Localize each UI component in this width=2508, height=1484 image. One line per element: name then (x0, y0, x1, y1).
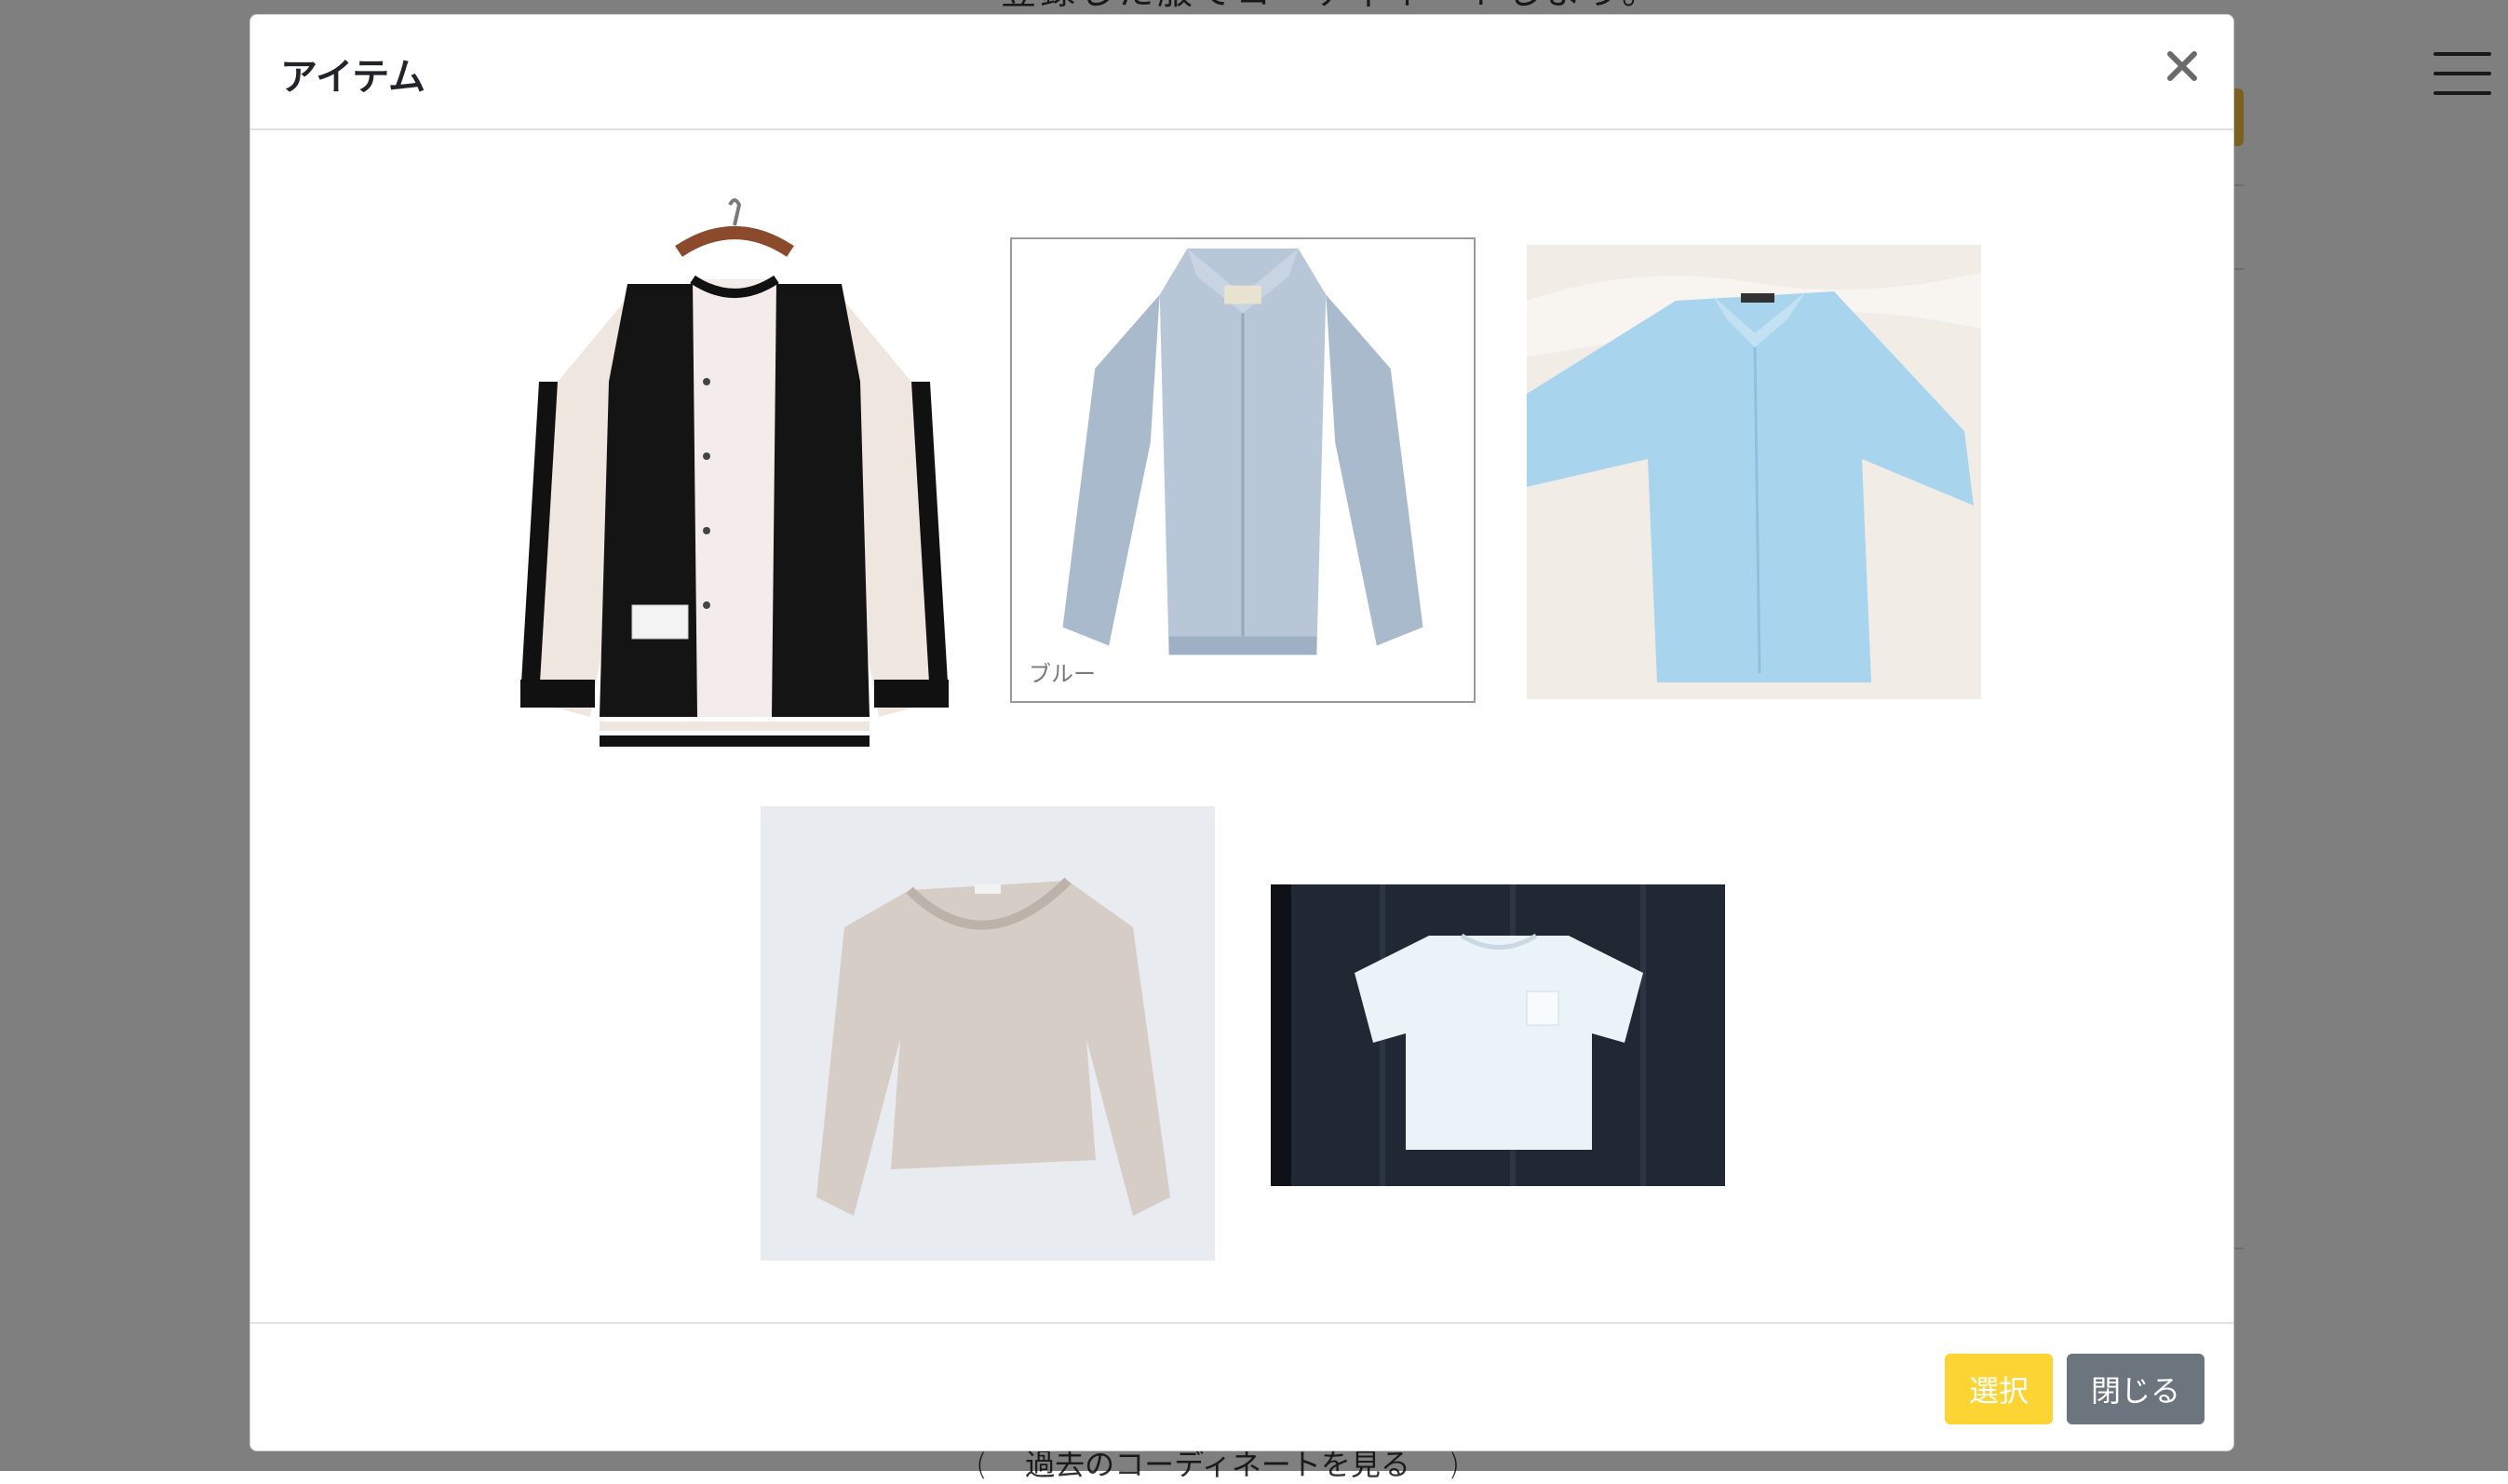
white-tshirt-image (1271, 884, 1725, 1186)
item-caption: ブルー (1029, 661, 1096, 687)
item-modal: アイテム ブルー 選択 閉じる (249, 14, 2234, 1451)
blue-jacket-image (1012, 239, 1474, 701)
item-white-tshirt[interactable] (1271, 884, 1725, 1186)
modal-footer: 選択 閉じる (250, 1322, 2233, 1450)
item-beige-sweater[interactable] (761, 806, 1215, 1261)
item-light-blue-shirt[interactable] (1527, 245, 1981, 699)
item-bomber-jacket[interactable] (502, 196, 967, 754)
close-button[interactable]: 閉じる (2067, 1354, 2205, 1424)
modal-body: ブルー (250, 130, 2233, 1335)
modal-title: アイテム (280, 56, 425, 99)
select-button[interactable]: 選択 (1945, 1354, 2053, 1424)
bomber-jacket-image (502, 196, 967, 754)
close-icon[interactable] (2159, 43, 2205, 89)
beige-sweater-image (761, 806, 1215, 1261)
modal-header: アイテム (250, 15, 2233, 130)
light-blue-shirt-image (1527, 245, 1981, 699)
item-blue-jacket[interactable]: ブルー (1010, 237, 1476, 703)
